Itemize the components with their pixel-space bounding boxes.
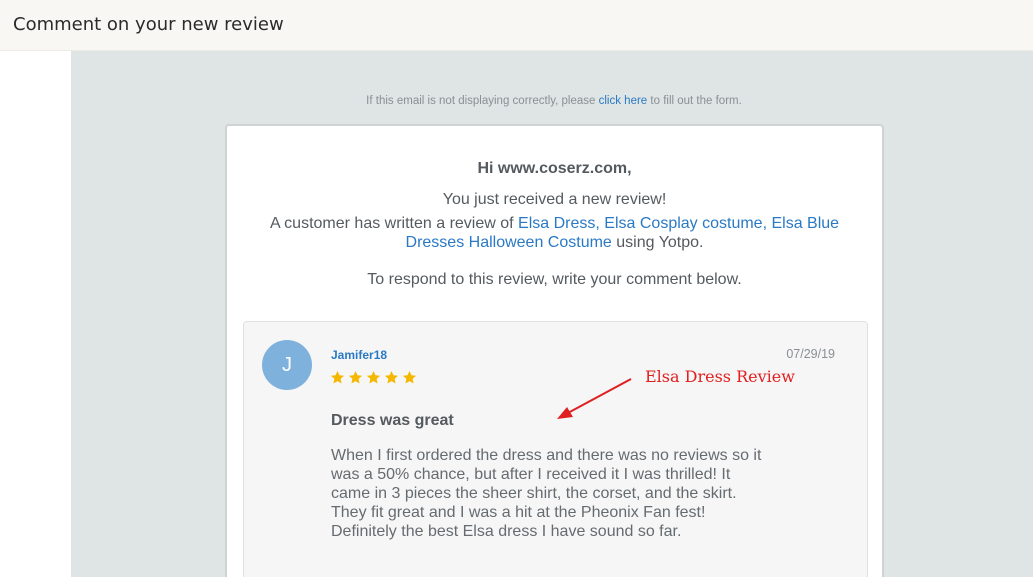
greeting: Hi www.coserz.com, (477, 160, 632, 177)
email-card: Hi www.coserz.com, You just received a n… (225, 124, 884, 577)
star-icon (402, 370, 417, 384)
page-header: Comment on your new review (0, 0, 1033, 51)
review-title: Dress was great (331, 412, 454, 429)
left-panel (0, 51, 71, 577)
star-rating (330, 370, 417, 388)
review-body: When I first ordered the dress and there… (331, 447, 762, 540)
reviewer-username[interactable]: Jamifer18 (331, 348, 387, 362)
star-icon (384, 370, 399, 384)
star-icon (348, 370, 363, 384)
annotation-label: Elsa Dress Review (645, 367, 795, 386)
avatar: J (262, 340, 312, 390)
review-date: 07/29/19 (786, 347, 835, 361)
display-notice: If this email is not displaying correctl… (71, 95, 1033, 107)
star-icon (330, 370, 345, 384)
review-box: J Jamifer18 07/29/19 Dress was great Whe… (243, 321, 868, 577)
respond-instruction: To respond to this review, write your co… (367, 271, 742, 288)
notice-prefix: If this email is not displaying correctl… (366, 95, 596, 107)
desc-prefix: A customer has written a review of (269, 215, 514, 232)
page-title: Comment on your new review (13, 14, 284, 35)
review-description: A customer has written a review of Elsa … (257, 214, 852, 252)
star-icon (366, 370, 381, 384)
click-here-link[interactable]: click here (599, 95, 648, 107)
desc-suffix: using Yotpo. (616, 234, 704, 251)
notice-suffix: to fill out the form. (650, 95, 742, 107)
received-message: You just received a new review! (442, 191, 667, 208)
